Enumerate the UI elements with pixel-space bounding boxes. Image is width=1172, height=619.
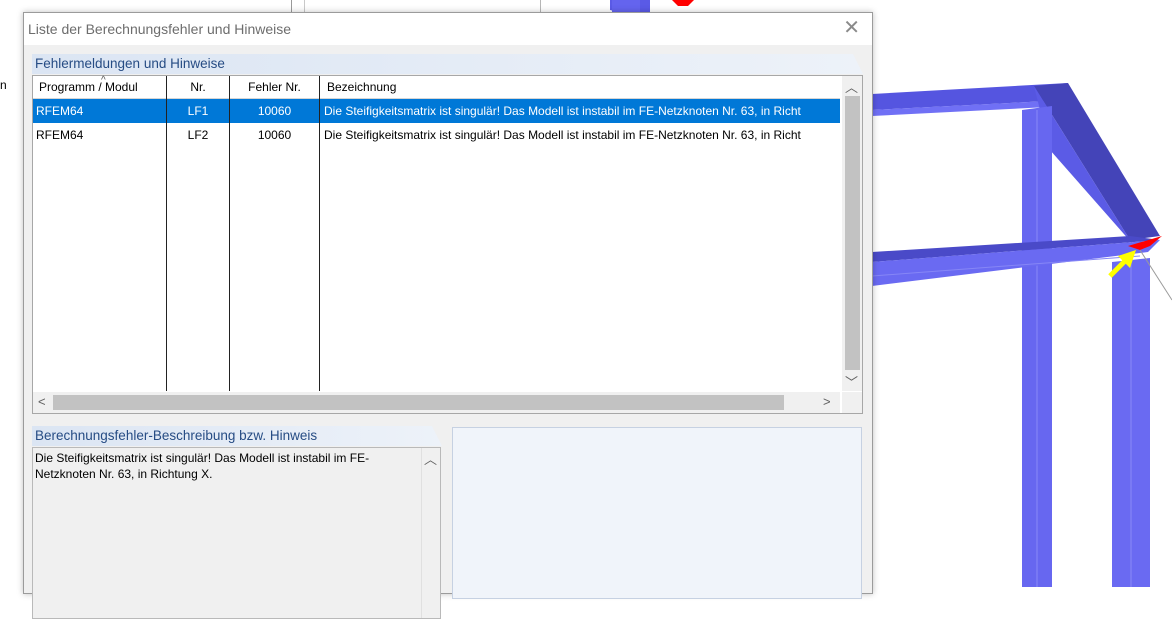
vertical-scrollbar[interactable]: ︿ ﹀ <box>842 76 862 391</box>
dialog-title: Liste der Berechnungsfehler und Hinweise <box>28 21 292 37</box>
column-header-error-no[interactable]: Fehler Nr. <box>230 76 319 98</box>
cell-description: Die Steifigkeitsmatrix ist singulär! Das… <box>324 104 801 118</box>
errors-table[interactable]: ^ Programm / Modul Nr. Fehler Nr. Bezeic… <box>32 75 863 414</box>
scroll-right-icon[interactable]: > <box>823 394 831 409</box>
errors-group-header: Fehlermeldungen und Hinweise <box>32 54 863 74</box>
description-group: Berechnungsfehler-Beschreibung bzw. Hinw… <box>32 426 442 619</box>
description-scrollbar[interactable]: ︿ <box>421 448 440 618</box>
sort-ascending-icon: ^ <box>101 75 106 86</box>
support-marker-top <box>672 0 694 6</box>
cell-description: Die Steifigkeitsmatrix ist singulär! Das… <box>324 128 801 142</box>
column-divider <box>166 76 167 391</box>
scroll-up-icon[interactable]: ︿ <box>845 77 858 96</box>
close-icon[interactable]: ✕ <box>843 18 860 38</box>
column-divider <box>229 76 230 391</box>
cell-nr: LF1 <box>187 104 209 118</box>
dialog-titlebar[interactable]: Liste der Berechnungsfehler und Hinweise… <box>24 13 872 45</box>
column-header-program[interactable]: ^ Programm / Modul <box>39 75 164 98</box>
column-divider <box>319 76 320 391</box>
details-panel <box>452 427 862 599</box>
description-text: Die Steifigkeitsmatrix ist singulär! Das… <box>35 451 370 481</box>
scroll-left-icon[interactable]: < <box>38 394 46 409</box>
scroll-up-icon[interactable]: ︿ <box>424 449 437 468</box>
vertical-scroll-thumb[interactable] <box>845 96 860 370</box>
horizontal-scrollbar[interactable]: < > <box>33 392 840 413</box>
errors-group: Fehlermeldungen und Hinweise ^ Programm … <box>32 54 863 414</box>
description-textbox[interactable]: Die Steifigkeitsmatrix ist singulär! Das… <box>32 447 441 619</box>
description-group-header: Berechnungsfehler-Beschreibung bzw. Hinw… <box>32 426 442 446</box>
cell-program: RFEM64 <box>36 104 84 118</box>
column-header-description[interactable]: Bezeichnung <box>327 76 827 98</box>
calculation-errors-dialog: Liste der Berechnungsfehler und Hinweise… <box>23 12 873 619</box>
table-row[interactable]: RFEM64 LF1 10060 Die Steifigkeitsmatrix … <box>33 99 840 123</box>
cell-program: RFEM64 <box>36 128 84 142</box>
cell-error-no: 10060 <box>257 104 292 118</box>
cell-error-no: 10060 <box>257 128 292 142</box>
horizontal-scroll-thumb[interactable] <box>53 395 784 410</box>
table-row[interactable]: RFEM64 LF2 10060 Die Steifigkeitsmatrix … <box>33 123 840 147</box>
frame-column-top <box>612 0 640 12</box>
column-header-nr[interactable]: Nr. <box>167 76 229 98</box>
scroll-down-icon[interactable]: ﹀ <box>845 372 858 391</box>
table-header: ^ Programm / Modul Nr. Fehler Nr. Bezeic… <box>33 75 840 99</box>
scrollbar-corner <box>842 392 862 413</box>
cell-nr: LF2 <box>187 128 209 142</box>
frame-beam-side <box>1034 83 1160 240</box>
